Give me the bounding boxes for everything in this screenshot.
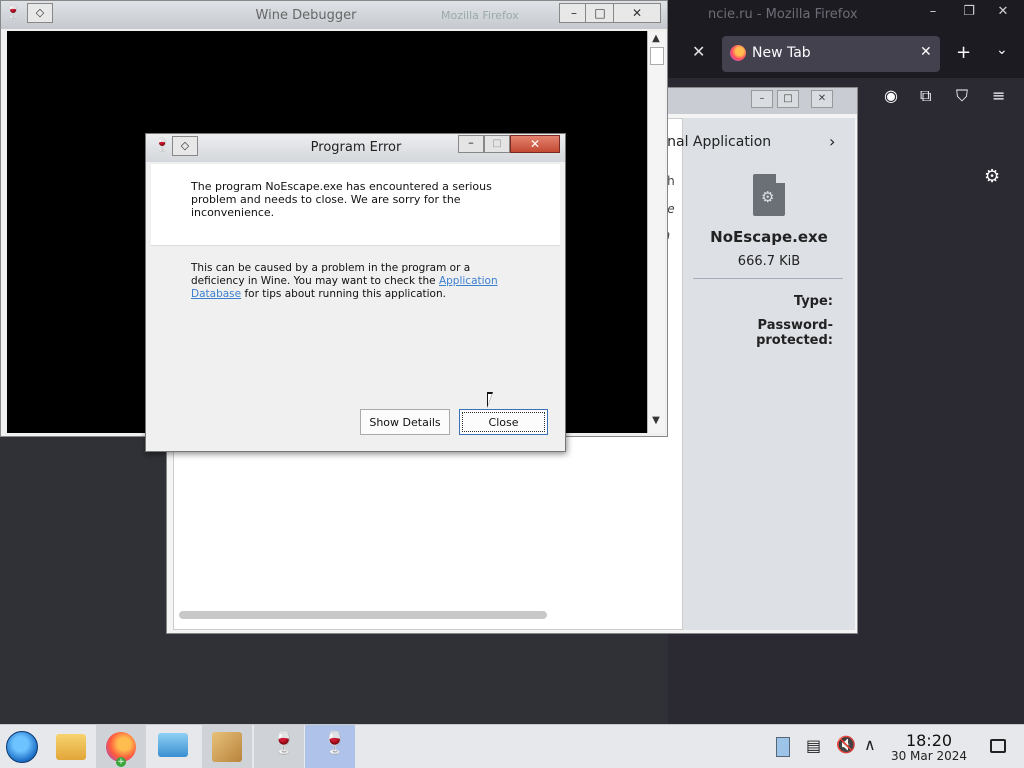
error-message-secondary: This can be caused by a problem in the p…: [191, 262, 521, 301]
vertical-scrollbar[interactable]: ▲ ▼: [647, 31, 665, 433]
firefox-icon: [730, 45, 746, 61]
menu-icon[interactable]: ≡: [992, 86, 1005, 105]
new-tab-button[interactable]: +: [956, 42, 971, 63]
taskbar: + 🍷 🍷 ▤ 🔇 ∧ 18:20 30 Mar 2024: [0, 724, 1024, 768]
clock-date[interactable]: 30 Mar 2024: [884, 749, 974, 763]
open-with-external-app[interactable]: ernal Application: [653, 134, 853, 150]
dialog-maximize-button: □: [484, 135, 510, 153]
error-message-primary: The program NoEscape.exe has encountered…: [191, 180, 492, 219]
tray-expand-icon[interactable]: ∧: [864, 735, 876, 754]
window-menu-button[interactable]: ◇: [172, 136, 198, 156]
firefox-window-title: ncie.ru - Mozilla Firefox: [708, 7, 858, 22]
gear-icon[interactable]: ⚙: [984, 166, 1000, 187]
archive-close-button[interactable]: ✕: [811, 90, 833, 108]
scroll-up-icon[interactable]: ▲: [648, 33, 664, 47]
horizontal-scrollbar[interactable]: [179, 611, 547, 619]
mouse-cursor: [487, 392, 499, 408]
firefox-titlebar: ncie.ru - Mozilla Firefox – ❐ ✕: [668, 0, 1024, 30]
clipboard-icon[interactable]: [776, 737, 790, 757]
wine-icon: 🍷: [5, 5, 22, 20]
close-button[interactable]: Close: [459, 409, 548, 435]
scroll-thumb[interactable]: [650, 47, 664, 65]
tab-close-icon[interactable]: ✕: [692, 42, 705, 61]
taskbar-wine-app[interactable]: 🍷: [254, 725, 304, 768]
notes-icon[interactable]: ▤: [806, 736, 821, 756]
dialog-minimize-button[interactable]: –: [458, 135, 484, 153]
dialog-titlebar: 🍷 ◇ Program Error – □ ✕: [146, 134, 565, 162]
error-message-secondary-start: This can be caused by a problem in the p…: [191, 262, 471, 287]
type-label: Type:: [793, 294, 833, 309]
ghost-title: Mozilla Firefox: [441, 9, 519, 22]
window-menu-button[interactable]: ◇: [27, 3, 53, 23]
ublock-icon[interactable]: ⛉: [956, 86, 968, 106]
tab-close-icon[interactable]: ✕: [920, 44, 932, 60]
file-info-panel: ernal Application › eth ore fla ⚙ NoEsca…: [653, 118, 855, 630]
debugger-maximize-button[interactable]: □: [585, 3, 615, 23]
taskbar-file-manager[interactable]: [46, 725, 96, 768]
computer-icon: [158, 733, 188, 757]
tab-label: New Tab: [752, 45, 811, 61]
taskbar-wine-app-active[interactable]: 🍷: [305, 725, 355, 768]
folder-icon: [56, 734, 86, 760]
taskbar-firefox[interactable]: +: [96, 725, 146, 768]
firefox-maximize-button[interactable]: ❐: [952, 2, 986, 22]
debugger-title: Wine Debugger: [255, 8, 357, 23]
badge-plus-icon: +: [116, 757, 126, 767]
scroll-down-icon[interactable]: ▼: [648, 415, 664, 429]
debugger-close-button[interactable]: ✕: [613, 3, 661, 23]
extensions-icon[interactable]: ⧉: [920, 86, 931, 106]
show-details-button[interactable]: Show Details: [360, 409, 450, 435]
error-message-secondary-end: for tips about running this application.: [241, 288, 446, 300]
wine-icon: 🍷: [270, 731, 298, 756]
clock-time[interactable]: 18:20: [900, 731, 958, 750]
file-size: 666.7 KiB: [737, 254, 801, 269]
tab-new-tab[interactable]: New Tab ✕: [722, 36, 940, 72]
dialog-title: Program Error: [310, 140, 402, 155]
firefox-tabbar: ✕ New Tab ✕ + ⌄: [668, 30, 1024, 78]
file-name: NoEscape.exe: [710, 228, 828, 246]
program-error-dialog: 🍷 ◇ Program Error – □ ✕ The program NoEs…: [145, 133, 566, 452]
error-message-panel: The program NoEscape.exe has encountered…: [151, 164, 560, 246]
account-icon[interactable]: ◉: [884, 86, 898, 105]
archive-icon: [212, 732, 242, 762]
wine-icon: 🍷: [154, 138, 171, 153]
password-protected-label: Password-protected:: [756, 318, 833, 348]
chevron-right-icon[interactable]: ›: [829, 132, 835, 151]
show-desktop-icon[interactable]: [990, 739, 1006, 753]
wine-icon: 🍷: [321, 731, 349, 756]
list-all-tabs-icon[interactable]: ⌄: [996, 42, 1008, 58]
dialog-close-button[interactable]: ✕: [510, 135, 560, 153]
start-menu-button[interactable]: [6, 731, 38, 763]
archive-maximize-button[interactable]: □: [777, 90, 799, 108]
firefox-minimize-button[interactable]: –: [916, 2, 950, 22]
debugger-titlebar: 🍷 ◇ Wine Debugger Mozilla Firefox – □ ✕: [1, 1, 667, 29]
firefox-close-button[interactable]: ✕: [986, 2, 1020, 22]
divider: [693, 278, 843, 279]
executable-file-icon: ⚙: [753, 174, 785, 216]
taskbar-system-app[interactable]: [148, 725, 198, 768]
archive-minimize-button[interactable]: –: [751, 90, 773, 108]
volume-muted-icon[interactable]: 🔇: [836, 735, 856, 754]
taskbar-archive-manager[interactable]: [202, 725, 252, 768]
